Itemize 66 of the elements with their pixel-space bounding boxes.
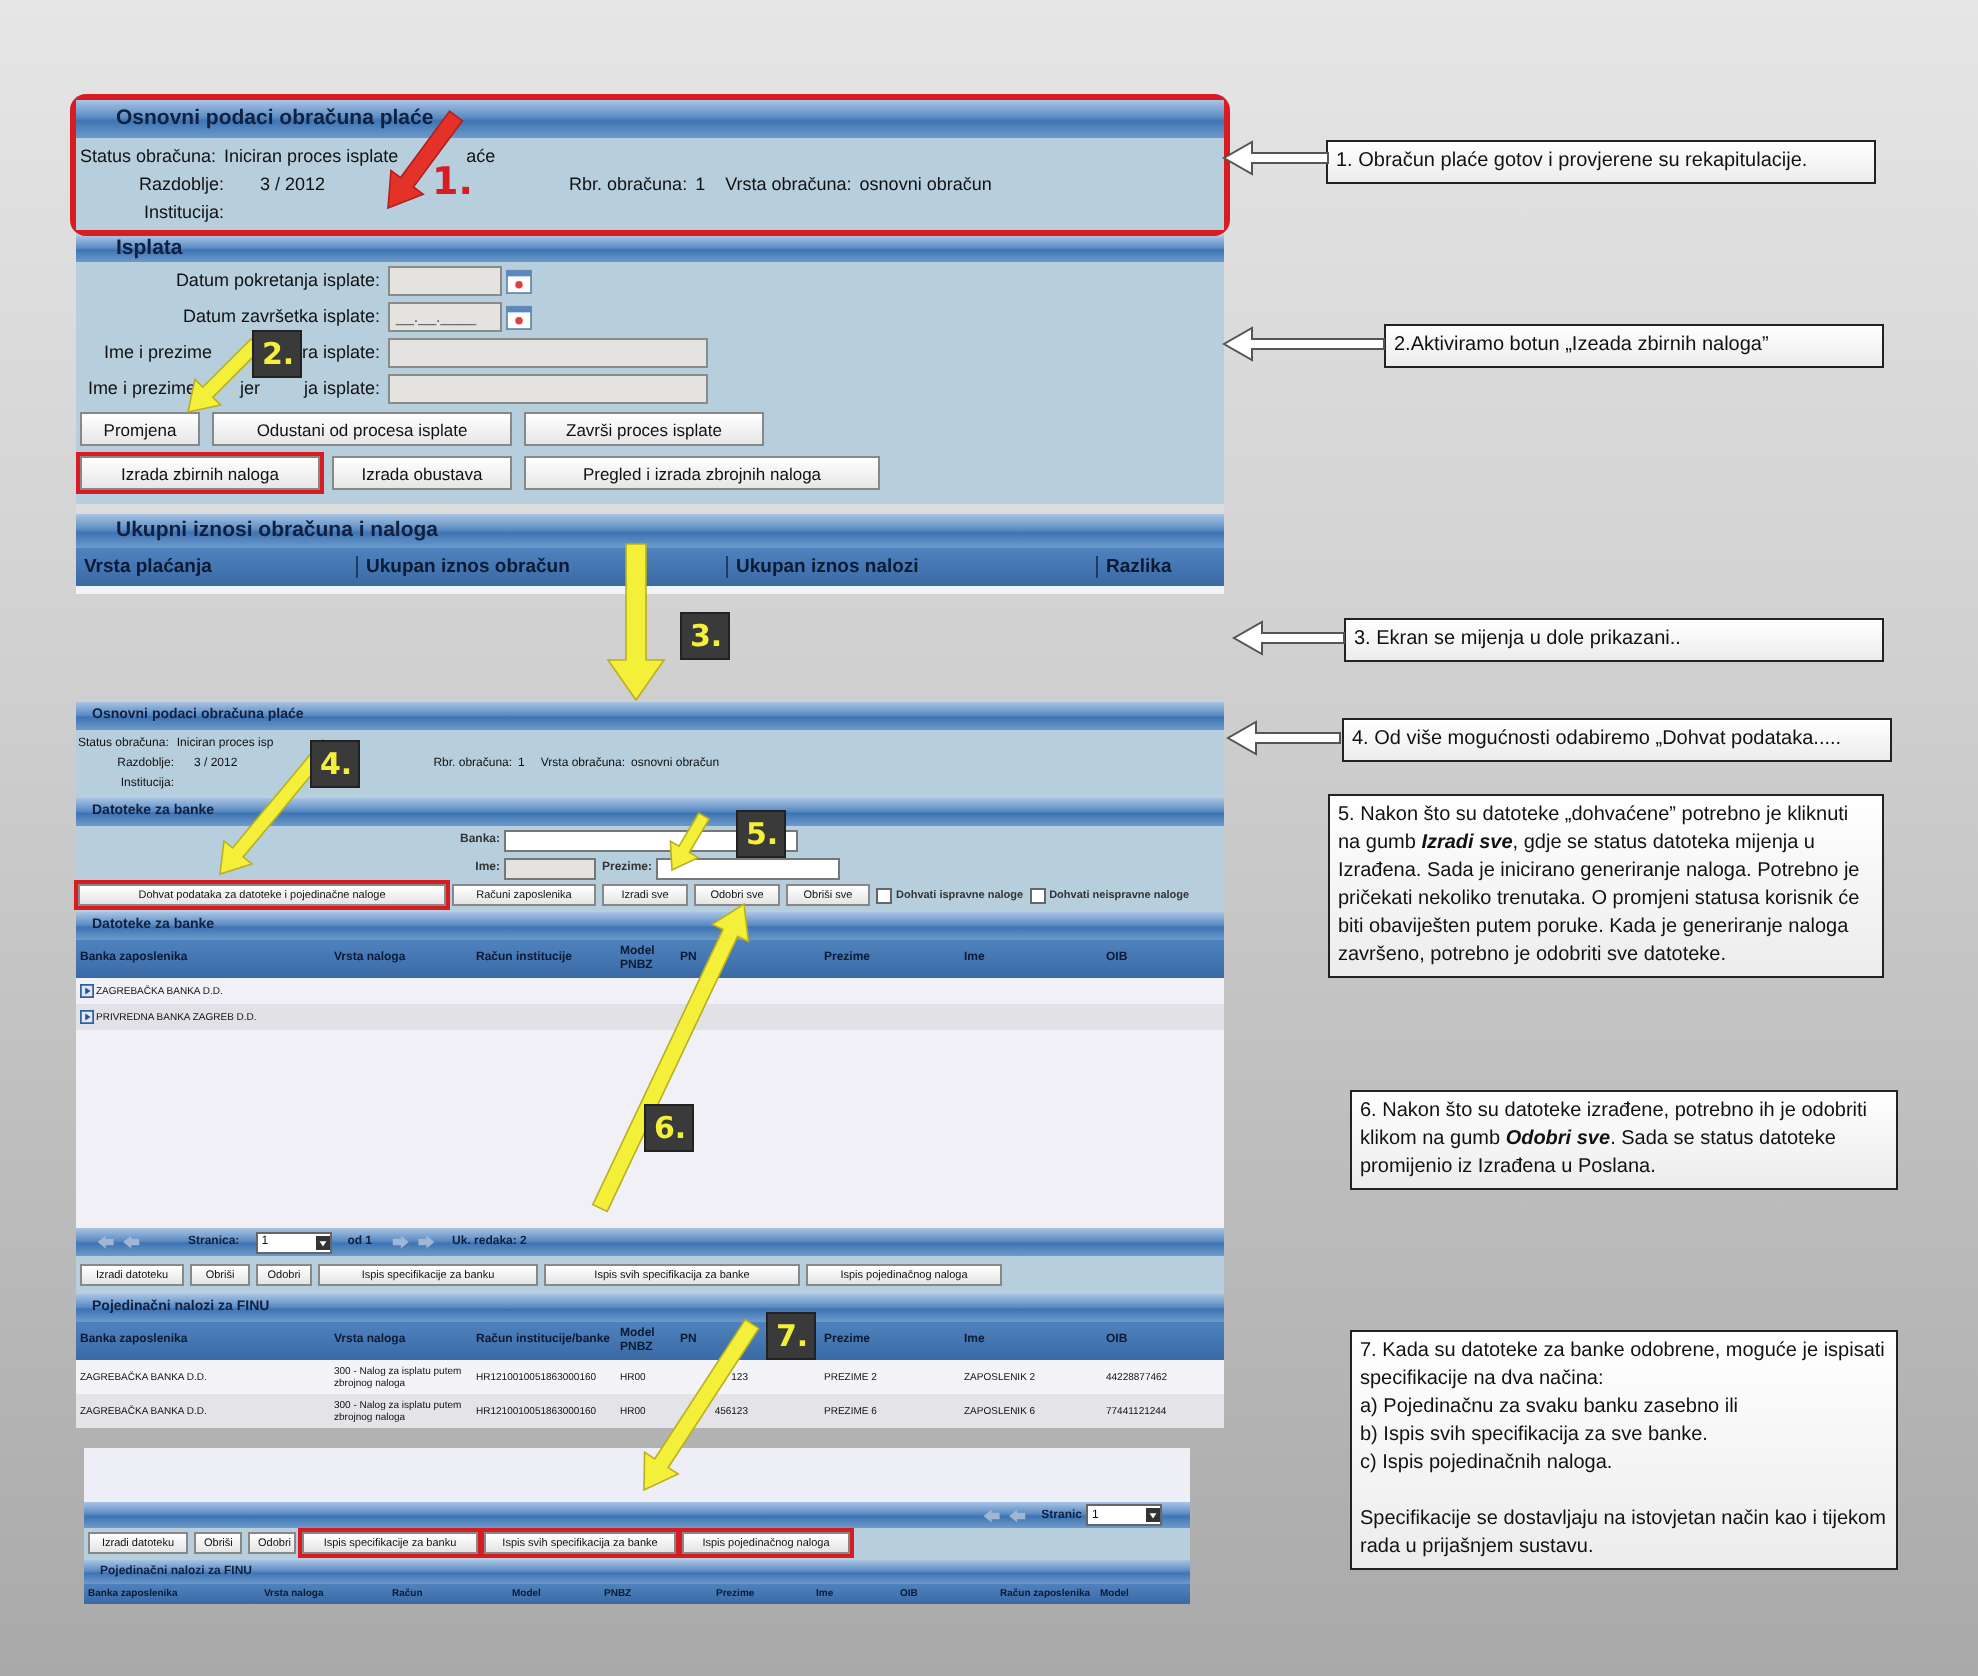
note-text: 7. Kada su datoteke za banke odobrene, moguće je ispisati specifikacije na dva načina:	[1360, 1338, 1887, 1394]
column-header: Vrsta plaćanja	[82, 556, 214, 578]
field-label: Ime i prezime	[103, 342, 212, 362]
pointer-arrow	[669, 811, 711, 872]
note-text: 1. Obračun plaće gotov i provjerene su rekapitulacije.	[1336, 148, 1810, 176]
step-number: 3.	[680, 612, 731, 660]
text-field[interactable]	[388, 373, 708, 403]
date-field[interactable]: __.__.____	[388, 301, 502, 331]
nav-arrows-icon[interactable]	[388, 1234, 437, 1250]
field-label: Institucija:	[141, 200, 224, 226]
note-text: 2.Aktiviramo botun „Izeada zbirnih naloga”	[1394, 332, 1771, 360]
note-text: 6. Nakon što su datoteke izrađene, potrebno ih je odobriti klikom na gumb Odobri sve. Sada se status datoteke promijenio iz Izrađena u Poslana.	[1360, 1098, 1869, 1182]
field-label: Status obračuna:	[80, 144, 217, 170]
field-label: Razdoblje:	[136, 172, 224, 198]
nav-arrows-icon[interactable]	[96, 1234, 144, 1250]
note-text: Specifikacije se dostavljaju na istovjetan način kao i tijekom rada u prijašnjem sustavu.	[1360, 1506, 1888, 1562]
column-header: Ukupan iznos nalozi	[726, 556, 1096, 578]
action-button[interactable]: Izrada obustava	[332, 456, 512, 490]
action-button[interactable]: Promjena	[80, 412, 200, 446]
text-field[interactable]	[388, 337, 708, 367]
field-label: Datum završetka isplate:	[182, 306, 380, 326]
section-header: Ukupni iznosi obračuna i naloga	[76, 514, 1224, 548]
step-number: 4.	[310, 740, 361, 788]
dropdown-icon[interactable]	[1146, 1508, 1160, 1522]
field-label: Rbr. obračuna:	[569, 172, 688, 198]
dropdown-icon[interactable]	[315, 1235, 330, 1249]
column-header: Razlika	[1096, 556, 1224, 578]
note-text: 3. Ekran se mijenja u dole prikazani..	[1354, 626, 1683, 654]
field-label: Vrsta obračuna:	[725, 172, 852, 198]
note-text: b) Ispis svih specifikacija za sve banke.	[1360, 1422, 1710, 1450]
period-value: 3 / 2012	[260, 172, 326, 198]
note-text: c) Ispis pojedinačnih naloga.	[1360, 1450, 1615, 1478]
pointer-arrow	[1222, 140, 1329, 176]
step-number: 5.	[736, 810, 787, 858]
field-label: jer	[239, 378, 260, 398]
date-field[interactable]	[388, 265, 502, 295]
field-label: ja isplate:	[303, 378, 380, 398]
action-button[interactable]: Izrada zbirnih naloga	[80, 456, 320, 490]
action-button[interactable]: Završi proces isplate	[524, 412, 764, 446]
field-label: Datum pokretanja isplate:	[175, 270, 380, 290]
status-text: Iniciran proces isplate	[224, 144, 399, 170]
note-text: 4. Od više mogućnosti odabiremo „Dohvat podataka.....	[1352, 726, 1844, 754]
calendar-icon[interactable]	[506, 303, 532, 329]
step-number: 6.	[644, 1104, 695, 1152]
pointer-arrow	[1226, 720, 1341, 756]
step-number: 7.	[766, 1312, 817, 1360]
section-header: Osnovni podaci obračuna plaće	[76, 100, 1224, 138]
last-name-field[interactable]	[656, 857, 841, 879]
calendar-icon[interactable]	[506, 267, 532, 293]
step-number: 2.	[252, 330, 303, 378]
status-text: aće	[466, 144, 496, 166]
action-button[interactable]: Odustani od procesa isplate	[212, 412, 512, 446]
expand-icon[interactable]	[80, 984, 94, 998]
pointer-arrow	[1232, 620, 1345, 656]
type-value: osnovni obračun	[859, 172, 992, 198]
action-button[interactable]: Pregled i izrada zbrojnih naloga	[524, 456, 880, 490]
note-text: a) Pojedinačnu za svaku banku zasebno ili	[1360, 1394, 1741, 1422]
number-value: 1	[695, 172, 706, 198]
first-name-field[interactable]	[504, 857, 596, 879]
field-label: Ime i prezime	[87, 378, 196, 398]
field-label: ra isplate:	[301, 342, 380, 362]
step-number: 1.	[432, 164, 473, 202]
note-text: 5. Nakon što su datoteke „dohvaćene” potrebno je kliknuti na gumb Izradi sve, gdje se status datoteka mijenja u Izrađena. Sada je inicirano generiranje naloga. Potrebno je pričekati nekoliko trenutaka. O promjeni statusa korisnik će biti obaviješten putem poruke. Kada je generiranje naloga završeno, potrebno je odobriti sve datoteke.	[1338, 802, 1862, 970]
section-header: Isplata	[76, 236, 1224, 262]
nav-arrows-icon[interactable]	[981, 1507, 1030, 1523]
expand-icon[interactable]	[80, 1010, 94, 1024]
